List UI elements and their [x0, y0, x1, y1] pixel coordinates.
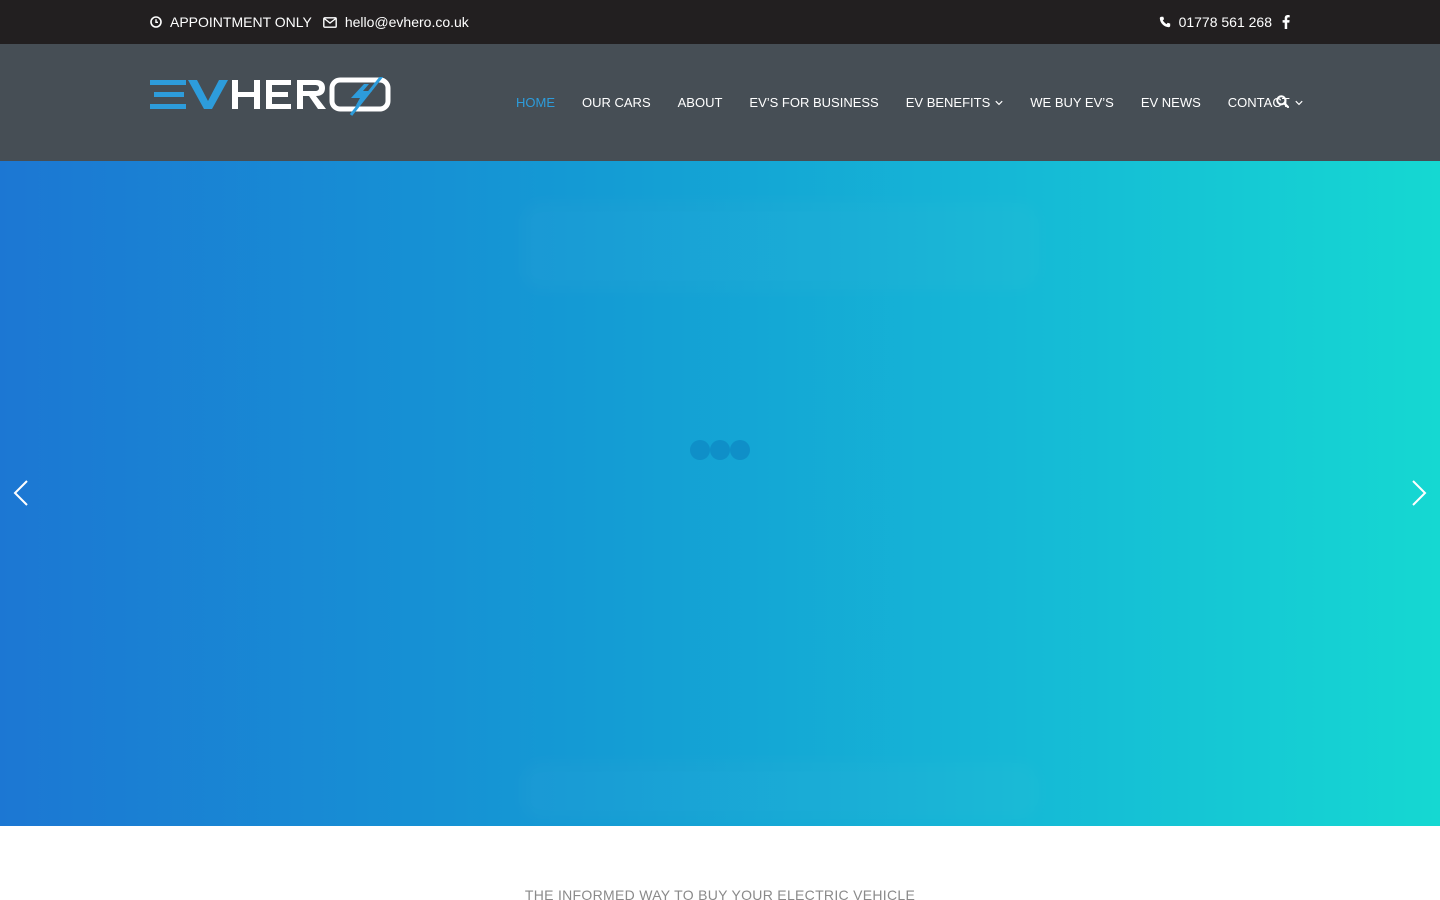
chevron-left-icon[interactable]	[12, 479, 30, 512]
nav-item-label[interactable]: EV BENEFITS	[906, 95, 991, 110]
loading-dots-icon	[690, 440, 750, 460]
nav-item-contact[interactable]: CONTACT	[1228, 95, 1303, 110]
nav-item-about[interactable]: ABOUT	[678, 95, 723, 110]
clock-icon	[150, 16, 162, 28]
facebook-icon[interactable]	[1282, 15, 1290, 29]
main-navigation: HOME OUR CARS ABOUT EV’S FOR BUSINESS EV…	[516, 44, 1303, 161]
evhero-logo[interactable]	[150, 75, 392, 117]
nav-item-label[interactable]: HOME	[516, 95, 555, 110]
phone-text[interactable]: 01778 561 268	[1179, 14, 1272, 30]
loader-dot	[690, 440, 710, 460]
slide-background-decoration	[520, 761, 1040, 821]
nav-item-our-cars[interactable]: OUR CARS	[582, 95, 651, 110]
email-link[interactable]: hello@evhero.co.uk	[322, 14, 469, 30]
hero-slider	[0, 161, 1440, 826]
main-header: HOME OUR CARS ABOUT EV’S FOR BUSINESS EV…	[0, 44, 1440, 161]
email-text[interactable]: hello@evhero.co.uk	[345, 14, 469, 30]
slide-background-decoration	[520, 201, 1040, 291]
intro-section: THE INFORMED WAY TO BUY YOUR ELECTRIC VE…	[0, 826, 1440, 900]
phone-link[interactable]: 01778 561 268	[1159, 14, 1272, 30]
phone-icon	[1159, 16, 1171, 28]
nav-item-we-buy-evs[interactable]: WE BUY EV’S	[1030, 95, 1114, 110]
nav-item-evs-for-business[interactable]: EV’S FOR BUSINESS	[749, 95, 878, 110]
nav-item-label[interactable]: EV’S FOR BUSINESS	[749, 95, 878, 110]
top-bar: APPOINTMENT ONLY hello@evhero.co.uk 0177…	[0, 0, 1440, 44]
opening-hours-text: APPOINTMENT ONLY	[170, 14, 312, 30]
facebook-link[interactable]	[1282, 15, 1290, 29]
opening-hours: APPOINTMENT ONLY	[150, 14, 312, 30]
nav-item-home[interactable]: HOME	[516, 95, 555, 110]
chevron-down-icon	[1295, 100, 1303, 106]
search-icon[interactable]	[1276, 95, 1289, 108]
top-bar-left: APPOINTMENT ONLY hello@evhero.co.uk	[150, 0, 469, 44]
nav-item-label[interactable]: ABOUT	[678, 95, 723, 110]
loader-dot	[730, 440, 750, 460]
nav-item-ev-benefits[interactable]: EV BENEFITS	[906, 95, 1004, 110]
nav-item-ev-news[interactable]: EV NEWS	[1141, 95, 1201, 110]
chevron-down-icon	[995, 100, 1003, 106]
nav-item-label[interactable]: OUR CARS	[582, 95, 651, 110]
intro-tagline: THE INFORMED WAY TO BUY YOUR ELECTRIC VE…	[524, 887, 916, 900]
loader-dot	[710, 440, 730, 460]
chevron-right-icon[interactable]	[1410, 479, 1428, 512]
envelope-icon	[322, 16, 337, 28]
nav-item-label[interactable]: WE BUY EV’S	[1030, 95, 1114, 110]
nav-item-label[interactable]: EV NEWS	[1141, 95, 1201, 110]
top-bar-right: 01778 561 268	[1159, 0, 1290, 44]
